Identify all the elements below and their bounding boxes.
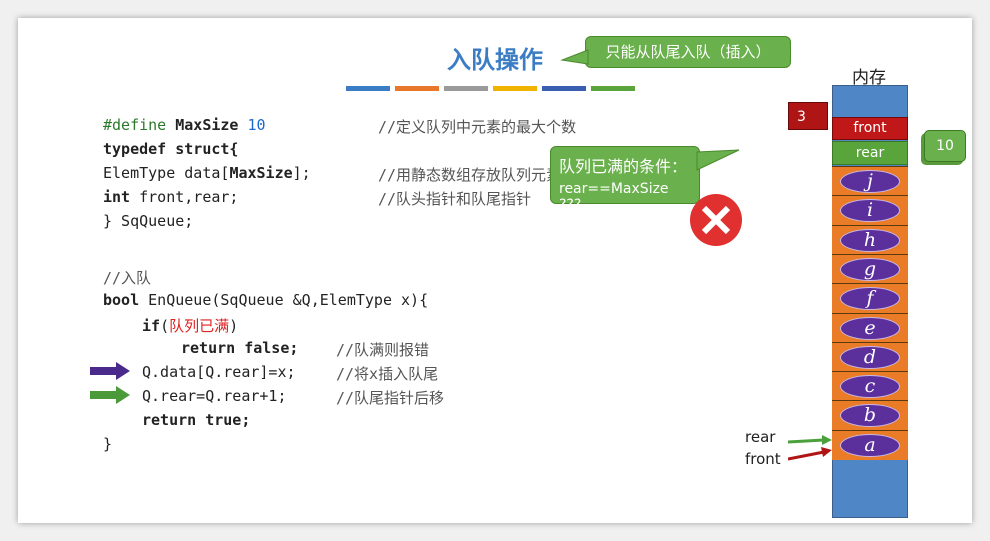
- code-comment-data: //用静态数组存放队列元素: [378, 166, 562, 184]
- code-line-signature: bool EnQueue(SqQueue &Q,ElemType x){: [103, 291, 429, 309]
- step-arrow-green-icon: [90, 386, 130, 404]
- rear-cell: rear: [832, 141, 908, 165]
- page-title: 入队操作: [447, 46, 543, 74]
- accent-bar-5: [542, 86, 586, 91]
- element-c: c: [840, 375, 900, 399]
- rear-pointer-label: rear: [745, 428, 776, 446]
- code-line-return-false: return false;: [181, 339, 299, 357]
- memory-cell-b: b: [832, 400, 908, 431]
- code-line-data-assign: Q.data[Q.rear]=x;: [142, 363, 296, 381]
- memory-cell-g: g: [832, 253, 908, 284]
- front-value-badge: 3: [788, 102, 828, 130]
- step-arrow-purple-icon: [90, 362, 130, 380]
- element-j: j: [840, 170, 900, 193]
- code-line-int: int front,rear;: [103, 188, 239, 206]
- memory-cell-c: c: [832, 371, 908, 402]
- accent-bar-1: [346, 86, 390, 91]
- element-i: i: [840, 199, 900, 223]
- code-line-close-func: }: [103, 435, 113, 453]
- accent-bar-2: [395, 86, 439, 91]
- title-callout-text: 只能从队尾入队（插入）: [605, 43, 771, 61]
- element-d: d: [840, 345, 900, 369]
- code-comment-int: //队头指针和队尾指针: [378, 190, 532, 208]
- accent-bar-4: [493, 86, 537, 91]
- code-line-rear-increment: Q.rear=Q.rear+1;: [142, 387, 287, 405]
- front-arrow-icon: [788, 450, 825, 461]
- code-comment-define: //定义队列中元素的最大个数: [378, 118, 577, 136]
- wrong-x-icon: [690, 194, 742, 246]
- code-comment-enqueue: //入队: [103, 269, 152, 287]
- rear-value-badge: 10: [924, 130, 966, 162]
- element-g: g: [840, 257, 900, 281]
- element-h: h: [840, 228, 900, 252]
- element-b: b: [840, 404, 900, 428]
- front-cell: front: [832, 117, 908, 140]
- accent-bar-6: [591, 86, 635, 91]
- accent-bar-3: [444, 86, 488, 91]
- front-pointer-label: front: [745, 450, 781, 468]
- full-callout-pointer: [696, 149, 740, 171]
- rear-arrow-icon: [788, 438, 825, 444]
- element-e: e: [840, 316, 900, 340]
- code-comment-data-assign: //将x插入队尾: [336, 365, 439, 383]
- code-line-define: #define MaxSize 10: [103, 116, 266, 134]
- memory-cell-d: d: [832, 341, 908, 372]
- code-line-if: if(队列已满): [142, 317, 239, 335]
- callout-pointer: [560, 49, 589, 65]
- code-comment-rear-increment: //队尾指针后移: [336, 389, 445, 407]
- full-callout-line1: 队列已满的条件：: [559, 157, 688, 176]
- memory-cell-i: i: [832, 195, 908, 226]
- memory-cell-j: j: [832, 166, 908, 196]
- full-condition-callout: 队列已满的条件： rear==MaxSize ???: [550, 146, 700, 213]
- code-line-typedef: typedef struct{: [103, 140, 239, 158]
- memory-cell-h: h: [832, 224, 908, 255]
- code-line-return-true: return true;: [142, 411, 251, 429]
- title-callout: 只能从队尾入队（插入）: [585, 36, 791, 68]
- rear-cell-label: rear: [855, 145, 885, 161]
- pointer-arrows: [788, 435, 832, 461]
- code-comment-return-false: //队满则报错: [336, 341, 430, 359]
- full-callout-line2: rear==MaxSize ???: [559, 181, 669, 213]
- memory-cell-f: f: [832, 283, 908, 314]
- memory-cell-e: e: [832, 312, 908, 343]
- memory-cell-a: a: [832, 429, 908, 460]
- front-cell-label: front: [853, 120, 887, 136]
- code-line-data: ElemType data[MaxSize];: [103, 164, 311, 182]
- element-a: a: [840, 433, 900, 457]
- element-f: f: [840, 287, 900, 311]
- code-line-close-struct: } SqQueue;: [103, 212, 194, 230]
